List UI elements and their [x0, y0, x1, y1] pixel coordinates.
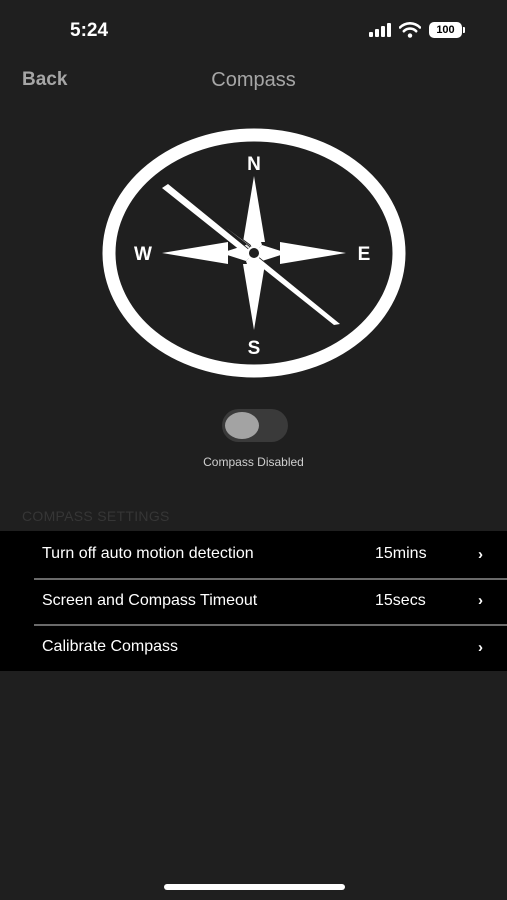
- compass-west-label: W: [134, 244, 152, 265]
- setting-label: Turn off auto motion detection: [42, 545, 254, 563]
- setting-screen-compass-timeout[interactable]: Screen and Compass Timeout 15secs ›: [0, 577, 507, 625]
- chevron-right-icon: ›: [478, 545, 483, 563]
- section-header: COMPASS SETTINGS: [22, 508, 170, 524]
- compass-rose-icon: N S W E: [102, 128, 406, 378]
- setting-value: 15secs: [375, 591, 426, 609]
- setting-calibrate-compass[interactable]: Calibrate Compass ›: [0, 624, 507, 671]
- setting-value: 15mins: [375, 545, 427, 563]
- battery-level: 100: [429, 22, 462, 38]
- chevron-right-icon: ›: [478, 638, 483, 656]
- toggle-caption: Compass Disabled: [203, 455, 304, 469]
- toggle-knob: [225, 412, 259, 439]
- home-indicator[interactable]: [164, 884, 345, 890]
- cellular-signal-icon: [369, 23, 391, 37]
- setting-auto-motion-detection[interactable]: Turn off auto motion detection 15mins ›: [0, 531, 507, 578]
- back-button[interactable]: Back: [22, 69, 67, 91]
- status-icons: 100: [369, 22, 465, 38]
- battery-cap: [463, 27, 465, 33]
- status-bar: 5:24 100: [0, 0, 507, 60]
- setting-label: Calibrate Compass: [42, 638, 179, 656]
- chevron-right-icon: ›: [478, 592, 483, 610]
- compass-east-label: E: [358, 244, 371, 265]
- compass-north-label: N: [247, 154, 261, 175]
- settings-list: Turn off auto motion detection 15mins › …: [0, 531, 507, 671]
- compass-south-label: S: [248, 338, 261, 359]
- page-title: Compass: [211, 69, 296, 91]
- status-time: 5:24: [70, 20, 109, 41]
- nav-bar: Compass Back: [0, 62, 507, 102]
- setting-label: Screen and Compass Timeout: [42, 591, 258, 609]
- compass-toggle[interactable]: [222, 409, 288, 442]
- wifi-icon: [399, 22, 421, 38]
- battery-icon: 100: [429, 22, 465, 38]
